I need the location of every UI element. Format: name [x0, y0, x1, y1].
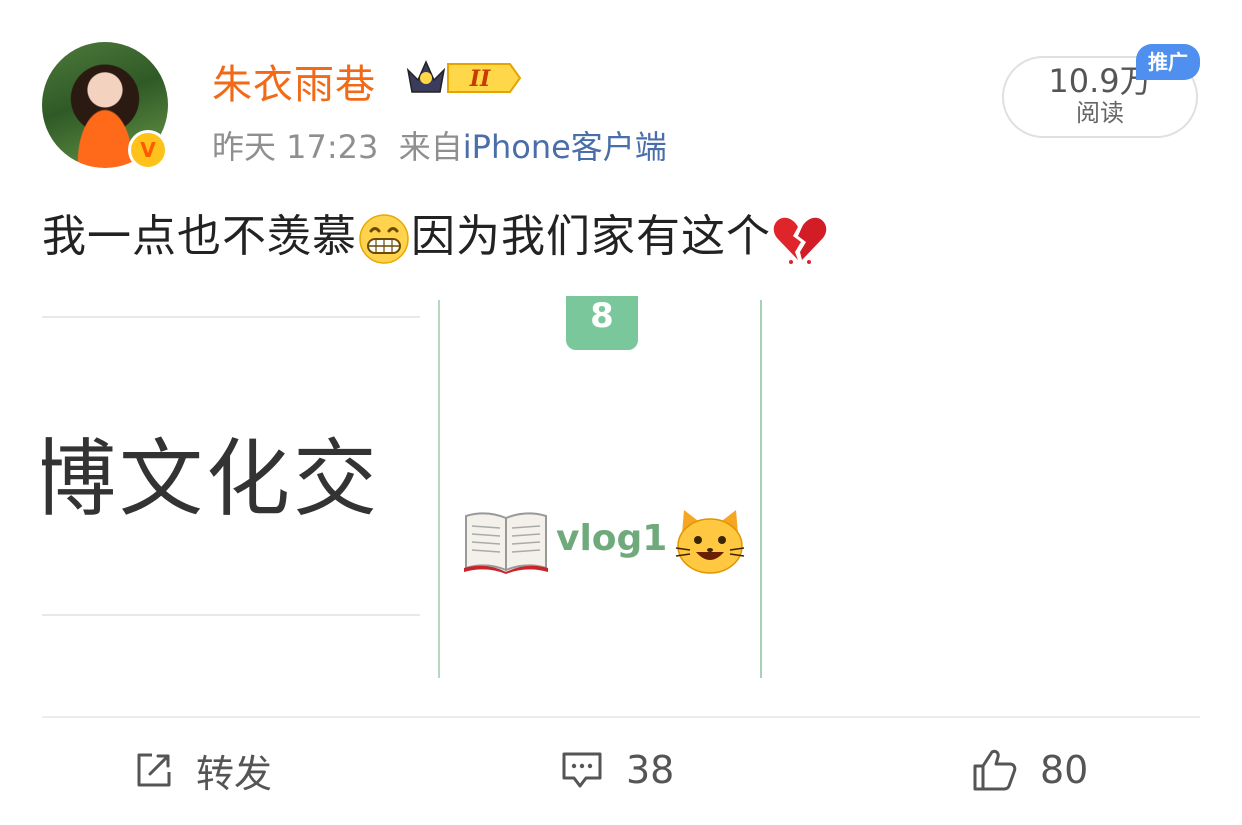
comment-count: 38	[626, 748, 675, 792]
like-button[interactable]: 80	[972, 745, 1088, 795]
post-image-1[interactable]: 博文化交	[42, 300, 420, 678]
broken-heart-emoji-icon	[773, 217, 827, 264]
action-bar-divider	[42, 716, 1200, 718]
read-label: 阅读	[1076, 99, 1124, 127]
like-count: 80	[1040, 748, 1089, 792]
post-time: 昨天 17:23	[212, 128, 379, 166]
post-text-part1: 我一点也不羡慕	[42, 211, 357, 262]
cat-face-icon	[675, 510, 745, 574]
open-book-icon	[464, 512, 548, 574]
grinning-face-emoji-icon	[359, 214, 409, 264]
source-link[interactable]: iPhone客户端	[463, 128, 667, 166]
divider-line	[42, 316, 420, 318]
source-prefix: 来自	[398, 128, 463, 166]
image-1-text: 博文化交	[42, 430, 381, 528]
vip-level-badge-icon[interactable]: II	[404, 56, 522, 100]
post-text: 我一点也不羡慕 因为我们家有这个	[42, 205, 829, 269]
thumbs-up-icon	[973, 749, 1017, 791]
comment-button[interactable]: 38	[560, 745, 674, 795]
number-tab: 8	[566, 296, 638, 350]
post-meta: 昨天 17:23 来自iPhone客户端	[212, 122, 667, 168]
repost-button[interactable]: 转发	[134, 745, 273, 796]
repost-label: 转发	[196, 751, 273, 796]
comment-icon	[562, 752, 602, 788]
divider-line	[42, 614, 420, 616]
post-image-2[interactable]: 8 vlog1	[438, 296, 762, 678]
promo-badge: 推广	[1136, 44, 1200, 80]
vlog-caption: vlog1	[556, 518, 668, 559]
repost-icon	[137, 753, 171, 787]
post-text-part2: 因为我们家有这个	[411, 211, 771, 262]
verified-badge-icon: V	[128, 130, 168, 170]
vip-level-text: II	[469, 66, 491, 92]
username[interactable]: 朱衣雨巷	[212, 52, 376, 110]
